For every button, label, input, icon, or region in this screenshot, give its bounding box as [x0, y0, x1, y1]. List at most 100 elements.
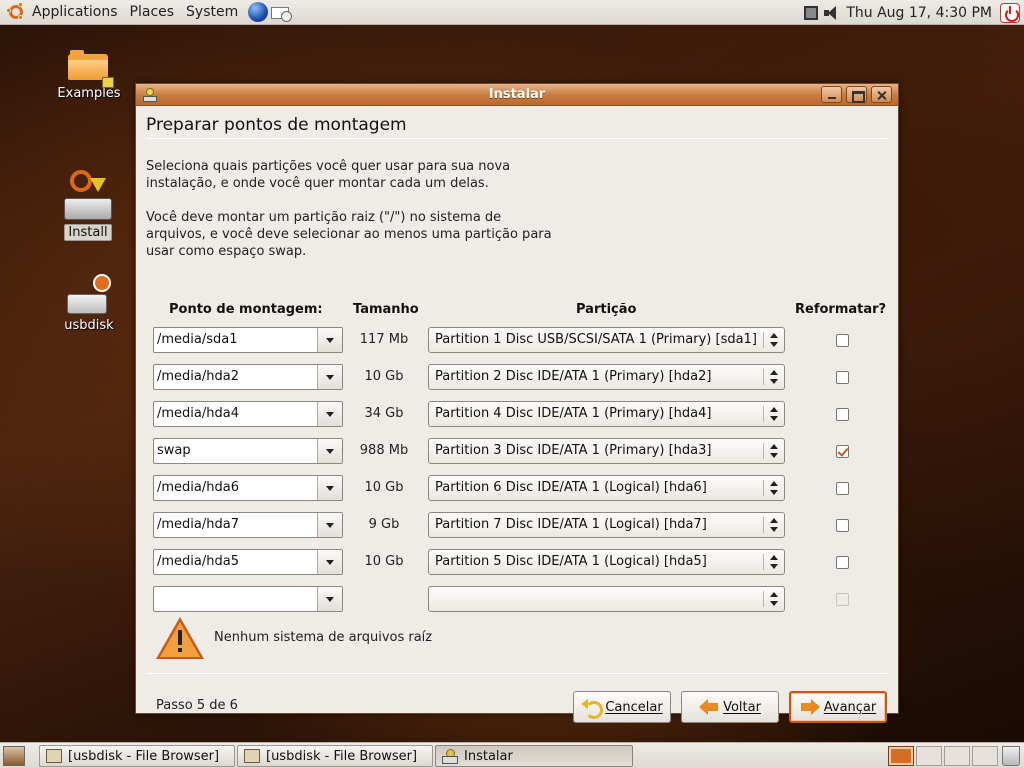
partition-value: Partition 4 Disc IDE/ATA 1 (Primary) [hd…: [435, 406, 712, 421]
show-desktop-button[interactable]: [3, 746, 25, 766]
chevron-down-icon[interactable]: [317, 550, 342, 574]
undo-icon: [581, 698, 604, 719]
partition-size: 117 Mb: [359, 332, 409, 347]
volume-icon[interactable]: [824, 5, 840, 20]
description-line: Você deve montar um partição raiz ("/") …: [146, 210, 502, 225]
partition-select[interactable]: [428, 586, 785, 612]
taskbar-item-file-browser[interactable]: [usbdisk - File Browser]: [237, 745, 433, 767]
mount-point-combo[interactable]: /media/hda4: [153, 401, 343, 427]
web-browser-icon[interactable]: [248, 2, 269, 22]
chevron-down-icon[interactable]: [317, 476, 342, 500]
window-content: Preparar pontos de montagem Seleciona qu…: [136, 107, 898, 723]
partition-row: [136, 586, 898, 614]
step-indicator: Passo 5 de 6: [156, 698, 238, 713]
reformat-checkbox[interactable]: [836, 556, 849, 569]
ubuntu-logo-icon[interactable]: [6, 2, 26, 22]
file-browser-icon: [46, 749, 62, 763]
chevron-down-icon[interactable]: [317, 402, 342, 426]
desktop-icon-usbdisk[interactable]: usbdisk: [44, 274, 134, 333]
mount-point-value[interactable]: /media/hda7: [157, 513, 239, 537]
chevron-down-icon[interactable]: [317, 328, 342, 352]
taskbar-item-installer[interactable]: Instalar: [435, 745, 633, 767]
reformat-checkbox[interactable]: [836, 408, 849, 421]
separator: [146, 138, 888, 139]
maximize-button[interactable]: [846, 86, 867, 103]
panel-clock[interactable]: Thu Aug 17, 4:30 PM: [846, 5, 992, 21]
email-client-icon[interactable]: [270, 2, 293, 22]
forward-button[interactable]: Avançar: [789, 691, 887, 723]
partition-value: Partition 2 Disc IDE/ATA 1 (Primary) [hd…: [435, 369, 712, 384]
mount-point-value[interactable]: swap: [157, 439, 191, 463]
desktop-icon-label: Install: [64, 224, 112, 241]
partition-select[interactable]: Partition 7 Disc IDE/ATA 1 (Logical) [hd…: [428, 512, 785, 538]
mount-point-combo[interactable]: swap: [153, 438, 343, 464]
top-panel: Applications Places System Thu Aug 17, 4…: [0, 0, 1024, 25]
reformat-checkbox[interactable]: [836, 445, 849, 458]
menu-system[interactable]: System: [180, 0, 244, 25]
partition-value: Partition 1 Disc USB/SCSI/SATA 1 (Primar…: [435, 332, 757, 347]
mount-point-value[interactable]: /media/hda5: [157, 550, 239, 574]
reformat-checkbox[interactable]: [836, 482, 849, 495]
menu-applications[interactable]: Applications: [26, 0, 124, 25]
mount-point-value[interactable]: /media/hda4: [157, 402, 239, 426]
mount-point-combo[interactable]: /media/sda1: [153, 327, 343, 353]
partition-size: 10 Gb: [364, 480, 404, 495]
chevron-down-icon[interactable]: [317, 365, 342, 389]
reformat-checkbox[interactable]: [836, 334, 849, 347]
close-button[interactable]: [871, 86, 892, 103]
mount-point-value[interactable]: /media/sda1: [157, 328, 238, 352]
file-browser-icon: [244, 749, 260, 763]
trash-icon[interactable]: [1002, 746, 1020, 766]
taskbar-item-file-browser[interactable]: [usbdisk - File Browser]: [39, 745, 235, 767]
partition-select[interactable]: Partition 1 Disc USB/SCSI/SATA 1 (Primar…: [428, 327, 785, 353]
updown-arrows-icon: [770, 407, 778, 421]
partition-select[interactable]: Partition 5 Disc IDE/ATA 1 (Logical) [hd…: [428, 549, 785, 575]
usb-drive-icon: [67, 274, 111, 314]
column-header-size: Tamanho: [353, 302, 419, 317]
partition-row: /media/hda7 9 Gb Partition 7 Disc IDE/ATA …: [136, 512, 898, 540]
mount-point-value[interactable]: /media/hda6: [157, 476, 239, 500]
partition-row: /media/hda2 10 Gb Partition 2 Disc IDE/ATA…: [136, 364, 898, 392]
description-line: usar como espaço swap.: [146, 244, 307, 259]
partition-size: 34 Gb: [364, 406, 404, 421]
chevron-down-icon[interactable]: [317, 513, 342, 537]
desktop-icon-install[interactable]: Install: [43, 170, 133, 241]
partition-select[interactable]: Partition 2 Disc IDE/ATA 1 (Primary) [hd…: [428, 364, 785, 390]
back-button[interactable]: Voltar: [681, 691, 779, 723]
partition-size: 10 Gb: [364, 554, 404, 569]
column-header-mount: Ponto de montagem:: [169, 302, 323, 317]
partition-row: /media/hda5 10 Gb Partition 5 Disc IDE/ATA…: [136, 549, 898, 577]
window-title: Instalar: [488, 87, 546, 102]
mount-point-combo[interactable]: [153, 586, 343, 612]
workspace-3[interactable]: [944, 746, 970, 766]
desktop-icon-examples[interactable]: Examples: [44, 48, 134, 101]
menu-places[interactable]: Places: [124, 0, 181, 25]
workspace-2[interactable]: [916, 746, 942, 766]
workspace-4[interactable]: [972, 746, 998, 766]
partition-value: Partition 3 Disc IDE/ATA 1 (Primary) [hd…: [435, 443, 712, 458]
install-icon: [64, 170, 112, 220]
mount-point-combo[interactable]: /media/hda5: [153, 549, 343, 575]
mount-point-combo[interactable]: /media/hda7: [153, 512, 343, 538]
updown-arrows-icon: [770, 518, 778, 532]
updown-arrows-icon: [770, 333, 778, 347]
window-titlebar[interactable]: Instalar: [136, 84, 898, 106]
reformat-checkbox[interactable]: [836, 371, 849, 384]
partition-select[interactable]: Partition 6 Disc IDE/ATA 1 (Logical) [hd…: [428, 475, 785, 501]
mount-point-value[interactable]: /media/hda2: [157, 365, 239, 389]
partition-select[interactable]: Partition 4 Disc IDE/ATA 1 (Primary) [hd…: [428, 401, 785, 427]
description-line: arquivos, e você deve selecionar ao meno…: [146, 227, 552, 242]
network-icon[interactable]: [804, 5, 819, 20]
power-icon[interactable]: [1000, 2, 1020, 23]
partition-row: /media/sda1 117 Mb Partition 1 Disc USB/SC…: [136, 327, 898, 355]
minimize-button[interactable]: [821, 86, 842, 103]
cancel-button[interactable]: Cancelar: [573, 691, 671, 723]
separator: [146, 673, 888, 674]
chevron-down-icon[interactable]: [317, 587, 342, 611]
reformat-checkbox[interactable]: [836, 519, 849, 532]
partition-select[interactable]: Partition 3 Disc IDE/ATA 1 (Primary) [hd…: [428, 438, 785, 464]
chevron-down-icon[interactable]: [317, 439, 342, 463]
mount-point-combo[interactable]: /media/hda2: [153, 364, 343, 390]
workspace-1[interactable]: [888, 746, 914, 766]
mount-point-combo[interactable]: /media/hda6: [153, 475, 343, 501]
